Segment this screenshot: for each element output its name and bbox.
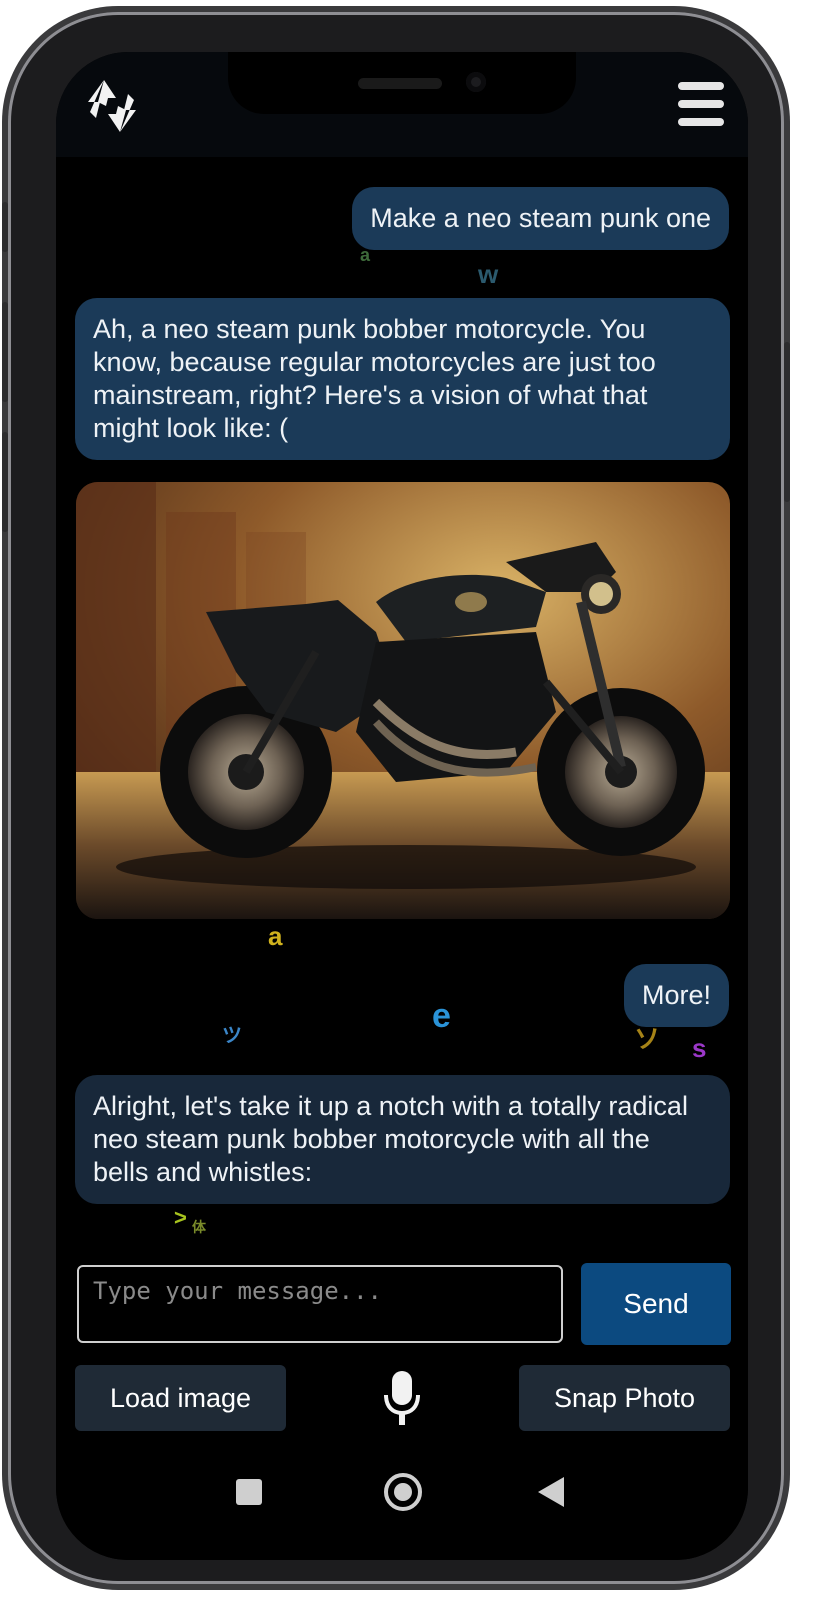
send-button[interactable]: Send (581, 1263, 731, 1345)
chat-area: Make a neo steam punk one a w Ah, a neo … (56, 157, 748, 1247)
floating-char: > (174, 1205, 187, 1230)
floating-char: e (432, 997, 451, 1035)
floating-char: 体 (192, 1219, 206, 1235)
composer: Send Load image Snap Photo (56, 1247, 748, 1447)
phone-frame: Make a neo steam punk one a w Ah, a neo … (2, 12, 790, 1584)
side-button (2, 202, 8, 252)
hamburger-menu-icon[interactable] (678, 82, 724, 126)
floating-char: a (360, 245, 371, 265)
user-message: Make a neo steam punk one (352, 187, 729, 250)
assistant-message: Alright, let's take it up a notch with a… (75, 1075, 730, 1204)
floating-char: a (268, 921, 283, 951)
floating-char: ツ (222, 1025, 242, 1047)
circle-icon[interactable] (384, 1473, 422, 1511)
android-nav-bar (56, 1447, 748, 1560)
swap-arrows-icon[interactable] (82, 76, 142, 136)
top-bar (56, 52, 748, 157)
motorcycle-image[interactable] (76, 482, 730, 919)
speaker (358, 78, 442, 89)
message-input[interactable] (77, 1265, 563, 1343)
microphone-icon[interactable] (384, 1371, 420, 1427)
side-button (784, 342, 790, 502)
app-screen: Make a neo steam punk one a w Ah, a neo … (56, 52, 748, 1560)
floating-char: w (478, 259, 499, 289)
assistant-message: Ah, a neo steam punk bobber motorcycle. … (75, 298, 730, 460)
side-button (2, 432, 8, 532)
motorcycle-illustration (76, 482, 730, 919)
floating-char: s (692, 1033, 707, 1063)
notch (228, 52, 576, 114)
square-icon[interactable] (236, 1479, 262, 1505)
front-camera (466, 72, 486, 92)
triangle-back-icon[interactable] (536, 1475, 566, 1509)
load-image-button[interactable]: Load image (75, 1365, 286, 1431)
user-message: More! (623, 964, 729, 1027)
side-button (2, 302, 8, 402)
floating-char: ソ (634, 1024, 661, 1054)
snap-photo-button[interactable]: Snap Photo (519, 1365, 730, 1431)
